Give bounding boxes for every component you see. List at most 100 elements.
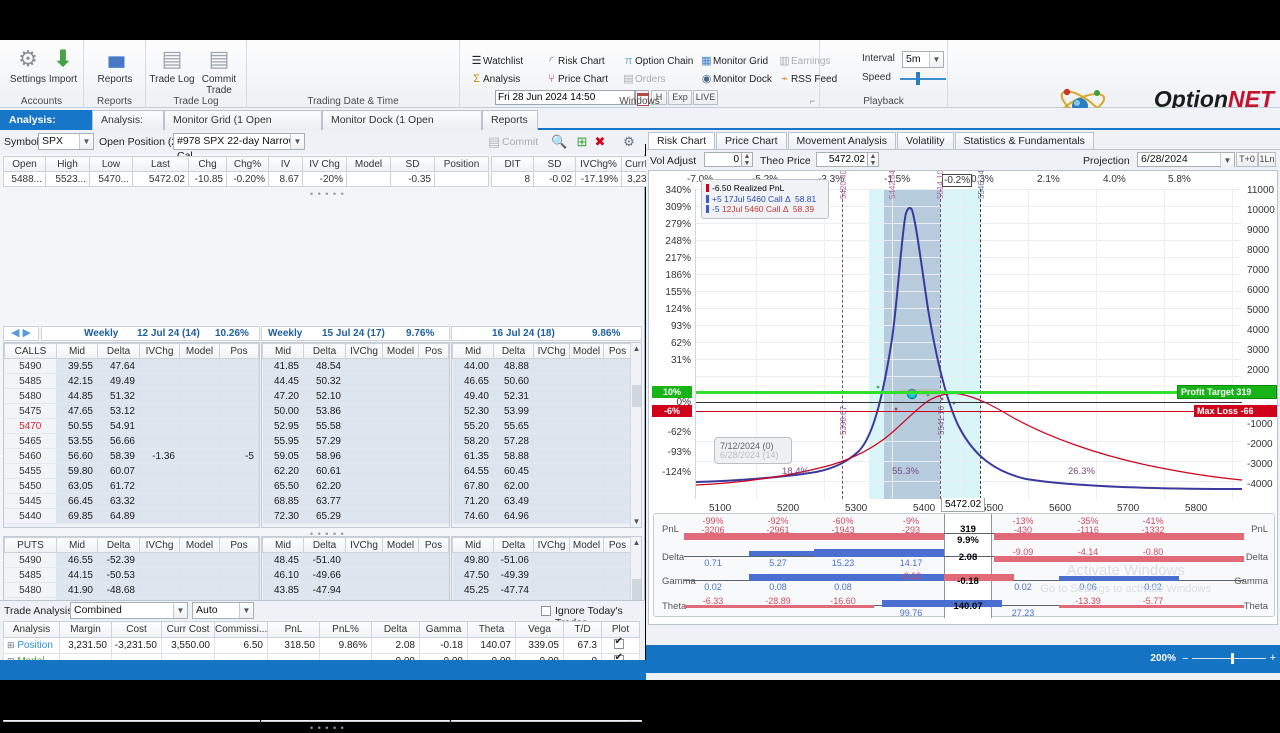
option-cell[interactable]	[345, 358, 383, 374]
option-cell[interactable]: -47.94	[303, 582, 346, 598]
option-cell[interactable]: 53.55	[56, 433, 98, 449]
projection-select[interactable]: 6/28/2024 ▼	[1137, 152, 1235, 168]
option-cell[interactable]	[603, 567, 632, 583]
option-cell[interactable]	[533, 478, 570, 494]
option-row[interactable]: 68.85 63.77	[262, 493, 449, 509]
option-cell[interactable]	[533, 448, 570, 464]
option-cell[interactable]	[603, 552, 632, 568]
option-cell[interactable]: 64.96	[493, 508, 534, 524]
option-cell[interactable]	[569, 403, 604, 419]
option-cell[interactable]: -1.36	[139, 448, 180, 464]
option-cell[interactable]	[418, 463, 449, 479]
option-cell[interactable]: 60.61	[303, 463, 346, 479]
option-cell[interactable]: 55.95	[262, 433, 304, 449]
option-cell[interactable]	[219, 418, 259, 434]
option-cell[interactable]	[603, 403, 632, 419]
reports-button[interactable]: Reports	[87, 44, 143, 85]
option-cell[interactable]	[345, 433, 383, 449]
option-cell[interactable]: 46.10	[262, 567, 304, 583]
zoom-out-button[interactable]: –	[1182, 653, 1188, 664]
option-cell[interactable]: 60.07	[97, 463, 140, 479]
tab-statistics-fundamentals[interactable]: Statistics & Fundamentals	[954, 132, 1094, 150]
option-row[interactable]: 72.30 65.29	[262, 508, 449, 524]
option-cell[interactable]: 65.50	[262, 478, 304, 494]
option-cell[interactable]	[533, 463, 570, 479]
option-row[interactable]: 47.50 -49.39	[452, 567, 632, 583]
option-cell[interactable]	[569, 388, 604, 404]
strike-cell[interactable]: 5490	[4, 358, 57, 374]
option-cell[interactable]	[219, 493, 259, 509]
option-cell[interactable]	[569, 373, 604, 389]
option-cell[interactable]	[139, 388, 180, 404]
option-cell[interactable]: 48.45	[262, 552, 304, 568]
option-row[interactable]: 55.20 55.65	[452, 418, 632, 434]
option-cell[interactable]	[533, 358, 570, 374]
gear-icon[interactable]: ⚙	[621, 134, 637, 150]
option-cell[interactable]: 44.15	[56, 567, 98, 583]
option-cell[interactable]	[179, 373, 220, 389]
option-cell[interactable]	[418, 552, 449, 568]
option-cell[interactable]	[139, 373, 180, 389]
option-cell[interactable]	[219, 433, 259, 449]
calls-scrollbar[interactable]: ▲ ▼	[630, 343, 641, 527]
option-cell[interactable]: 47.65	[56, 403, 98, 419]
option-cell[interactable]: 39.55	[56, 358, 98, 374]
option-cell[interactable]	[569, 508, 604, 524]
tab-monitor-dock[interactable]: Monitor Dock (1 Open Positions)	[322, 110, 482, 145]
option-cell[interactable]	[569, 463, 604, 479]
window-monitor-dock-button[interactable]: ◉ Monitor Dock	[700, 71, 772, 87]
tab-risk-chart[interactable]: Risk Chart	[648, 132, 716, 150]
option-cell[interactable]	[179, 358, 220, 374]
option-cell[interactable]: 41.85	[262, 358, 304, 374]
option-cell[interactable]: -51.06	[493, 552, 534, 568]
strike-cell[interactable]: 5470	[4, 418, 57, 434]
option-cell[interactable]: 55.58	[303, 418, 346, 434]
option-cell[interactable]	[533, 403, 570, 419]
option-cell[interactable]	[345, 448, 383, 464]
strike-cell[interactable]: 5460	[4, 448, 57, 464]
speed-slider-track[interactable]	[900, 78, 946, 80]
tab-volatility[interactable]: Volatility	[897, 132, 954, 150]
option-cell[interactable]	[219, 567, 259, 583]
option-row[interactable]: 59.05 58.96	[262, 448, 449, 464]
zoom-slider-track[interactable]	[1192, 658, 1266, 659]
option-cell[interactable]: 54.91	[97, 418, 140, 434]
option-row[interactable]: 5470 50.55 54.91	[4, 418, 259, 434]
t-plus-button[interactable]: T+0	[1236, 152, 1258, 167]
option-row[interactable]: 5465 53.55 56.66	[4, 433, 259, 449]
option-cell[interactable]: 53.12	[97, 403, 140, 419]
option-cell[interactable]: 50.00	[262, 403, 304, 419]
tab-reports[interactable]: Reports	[482, 110, 538, 130]
option-row[interactable]: 5485 42.15 49.49	[4, 373, 259, 389]
option-cell[interactable]	[345, 463, 383, 479]
option-cell[interactable]	[418, 448, 449, 464]
option-cell[interactable]: 52.10	[303, 388, 346, 404]
option-cell[interactable]	[418, 582, 449, 598]
tab-price-chart[interactable]: Price Chart	[716, 132, 787, 150]
option-cell[interactable]: 41.90	[56, 582, 98, 598]
trade-analysis-row[interactable]: ⊞ Position 3,231.50 -3,231.50 3,550.00 6.50 3…	[3, 636, 640, 654]
strike-cell[interactable]: 5455	[4, 463, 57, 479]
strike-cell[interactable]: 5445	[4, 493, 57, 509]
open-position-select[interactable]: #978 SPX 22-day Narrow Cal ▼	[173, 133, 305, 162]
option-cell[interactable]	[219, 463, 259, 479]
option-cell[interactable]	[382, 433, 419, 449]
option-cell[interactable]: 74.60	[452, 508, 494, 524]
window-analysis-button[interactable]: Σ Analysis	[470, 71, 520, 87]
option-cell[interactable]	[569, 493, 604, 509]
option-cell[interactable]: 62.20	[303, 478, 346, 494]
option-cell[interactable]: 56.66	[97, 433, 140, 449]
option-cell[interactable]	[382, 567, 419, 583]
option-cell[interactable]: 43.85	[262, 582, 304, 598]
window-watchlist-button[interactable]: ☰ Watchlist	[470, 53, 524, 69]
speed-slider-thumb[interactable]	[916, 72, 920, 85]
option-cell[interactable]: 58.88	[493, 448, 534, 464]
expiry-nav-arrows[interactable]: ◀ ▶	[3, 326, 39, 341]
option-cell[interactable]	[603, 358, 632, 374]
option-cell[interactable]: 47.50	[452, 567, 494, 583]
theo-price-spinner[interactable]: ▲ ▼	[868, 152, 879, 167]
option-cell[interactable]	[533, 552, 570, 568]
expiry-header-3[interactable]: 16 Jul 24 (18) 9.86%	[451, 326, 642, 341]
option-cell[interactable]	[219, 582, 259, 598]
option-cell[interactable]	[603, 418, 632, 434]
